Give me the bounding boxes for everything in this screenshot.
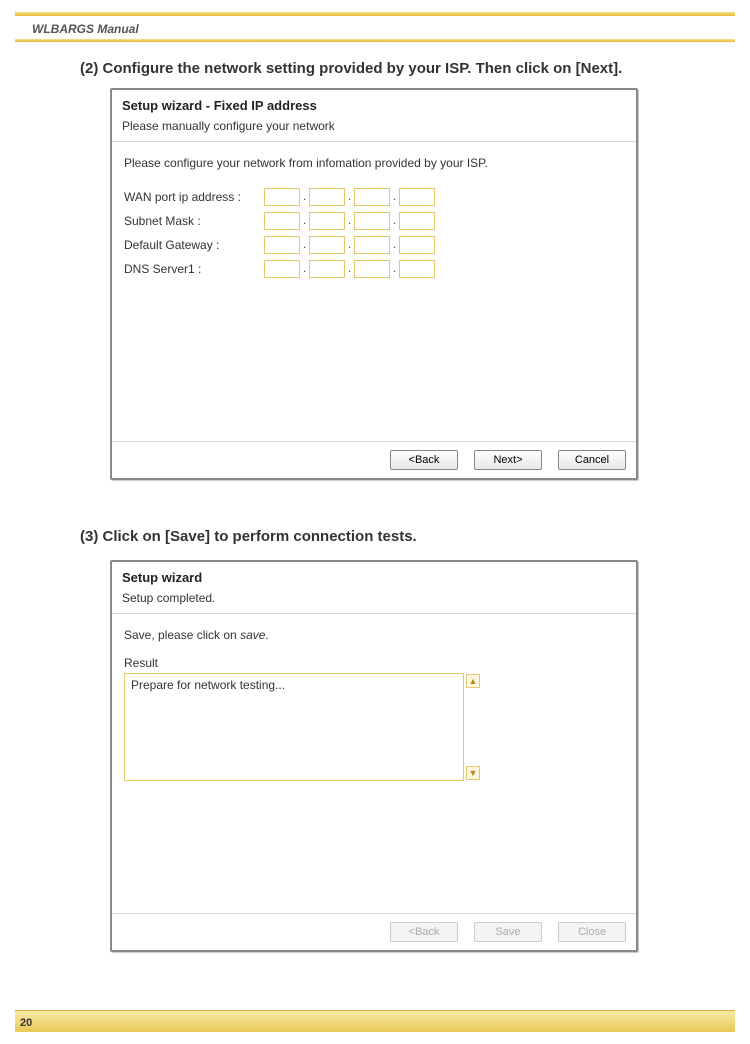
setup-wizard-fixed-ip-dialog: Setup wizard - Fixed IP address Please m…: [110, 88, 638, 480]
dialog-subtitle: Please manually configure your network: [112, 119, 636, 142]
dot: .: [348, 215, 351, 227]
field-row-subnet: Subnet Mask : . . .: [124, 212, 624, 230]
dot: .: [348, 263, 351, 275]
gateway-seg-1[interactable]: [264, 236, 300, 254]
gateway-label: Default Gateway :: [124, 238, 264, 252]
subnet-seg-1[interactable]: [264, 212, 300, 230]
dialog-body: Save, please click on save. Result Prepa…: [112, 614, 636, 795]
dot: .: [393, 239, 396, 251]
save-hint-em: save: [240, 628, 265, 642]
instruction-step-2: (2) Configure the network setting provid…: [80, 60, 710, 77]
save-hint: Save, please click on save.: [124, 628, 624, 642]
gateway-seg-4[interactable]: [399, 236, 435, 254]
header-band: [15, 12, 735, 16]
dot: .: [348, 191, 351, 203]
scroll-up-icon[interactable]: ▲: [466, 674, 480, 688]
dns1-seg-4[interactable]: [399, 260, 435, 278]
dialog-body: Please configure your network from infom…: [112, 142, 636, 298]
dialog-hint: Please configure your network from infom…: [124, 156, 624, 170]
dialog-subtitle: Setup completed.: [112, 591, 636, 614]
doc-title: WLBARGS Manual: [32, 22, 139, 36]
next-button[interactable]: Next>: [474, 450, 542, 470]
page-number: 20: [20, 1017, 32, 1029]
result-label: Result: [124, 656, 624, 670]
back-button[interactable]: <Back: [390, 450, 458, 470]
dot: .: [393, 191, 396, 203]
wan-ip-seg-2[interactable]: [309, 188, 345, 206]
dialog-footer: <Back Save Close: [112, 913, 636, 950]
dot: .: [303, 215, 306, 227]
subnet-label: Subnet Mask :: [124, 214, 264, 228]
back-button: <Back: [390, 922, 458, 942]
dns1-label: DNS Server1 :: [124, 262, 264, 276]
field-row-wan: WAN port ip address : . . .: [124, 188, 624, 206]
dot: .: [348, 239, 351, 251]
scroll-down-icon[interactable]: ▼: [466, 766, 480, 780]
save-hint-pre: Save, please click on: [124, 628, 240, 642]
dot: .: [303, 263, 306, 275]
result-box: Prepare for network testing... ▲ ▼: [124, 673, 464, 781]
page-footer-band: [15, 1010, 735, 1032]
dot: .: [393, 263, 396, 275]
subnet-seg-3[interactable]: [354, 212, 390, 230]
save-button: Save: [474, 922, 542, 942]
wan-ip-seg-3[interactable]: [354, 188, 390, 206]
wan-ip-seg-4[interactable]: [399, 188, 435, 206]
subnet-seg-4[interactable]: [399, 212, 435, 230]
result-text: Prepare for network testing...: [131, 678, 285, 692]
header-rule: [15, 39, 735, 42]
gateway-seg-3[interactable]: [354, 236, 390, 254]
dns1-seg-2[interactable]: [309, 260, 345, 278]
dot: .: [303, 191, 306, 203]
dot: .: [303, 239, 306, 251]
save-hint-post: .: [265, 628, 268, 642]
subnet-seg-2[interactable]: [309, 212, 345, 230]
close-button: Close: [558, 922, 626, 942]
field-row-dns1: DNS Server1 : . . .: [124, 260, 624, 278]
dialog-footer: <Back Next> Cancel: [112, 441, 636, 478]
dialog-title: Setup wizard - Fixed IP address: [112, 90, 636, 119]
wan-label: WAN port ip address :: [124, 190, 264, 204]
cancel-button[interactable]: Cancel: [558, 450, 626, 470]
dns1-seg-3[interactable]: [354, 260, 390, 278]
dns1-seg-1[interactable]: [264, 260, 300, 278]
gateway-seg-2[interactable]: [309, 236, 345, 254]
instruction-step-3: (3) Click on [Save] to perform connectio…: [80, 528, 710, 545]
setup-wizard-completed-dialog: Setup wizard Setup completed. Save, plea…: [110, 560, 638, 952]
dot: .: [393, 215, 396, 227]
dialog-title: Setup wizard: [112, 562, 636, 591]
wan-ip-seg-1[interactable]: [264, 188, 300, 206]
field-row-gateway: Default Gateway : . . .: [124, 236, 624, 254]
